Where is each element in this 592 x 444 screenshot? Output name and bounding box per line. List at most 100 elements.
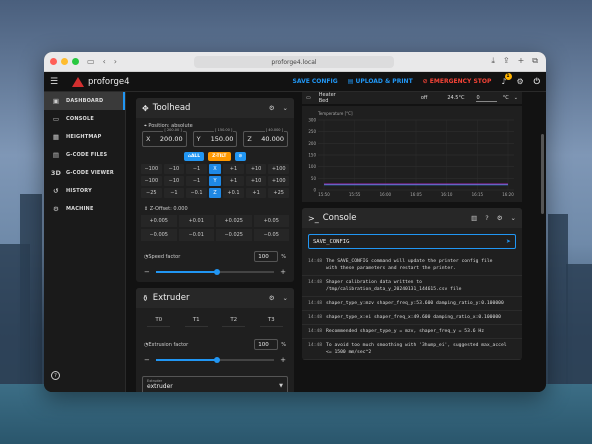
tool-t2-button[interactable]: T2 [222,314,246,327]
scrollbar[interactable] [541,134,544,214]
jog-button[interactable]: +1 [245,188,267,198]
y-position-field[interactable]: Y [ 150.00 ] 150.00 [192,128,238,147]
jog-button[interactable]: −100 [141,164,162,174]
console-entry: 14:48 Recommended shaper_type_y = mzv, sh… [302,325,522,339]
x-tick-label: 15:55 [349,192,361,197]
extrusion-factor-input[interactable]: 100 [254,339,279,350]
emergency-stop-button[interactable]: ⊘ EMERGENCY STOP [423,78,492,85]
console-icon: >_ [308,213,319,223]
x-position-field[interactable]: X [ 200.00 ] 200.00 [142,128,187,147]
jog-button[interactable]: +25 [268,188,290,198]
z-offset-button[interactable]: −0.025 [216,229,252,241]
new-tab-icon[interactable]: + [518,56,525,66]
maximize-window-button[interactable] [72,58,79,65]
heater-target-input[interactable]: 0 [476,95,497,102]
back-icon[interactable]: ‹ [103,57,106,66]
jog-button[interactable]: +10 [245,176,267,186]
z-position-field[interactable]: Z [ 40.000 ] 40.000 [243,128,289,147]
tool-t0-button[interactable]: T0 [147,314,171,327]
increase-icon[interactable]: + [280,356,286,364]
upload-print-button[interactable]: ▤ UPLOAD & PRINT [348,78,413,85]
jog-button[interactable]: +1 [223,164,244,174]
decrease-icon[interactable]: − [144,268,150,276]
extruder-select[interactable]: Extruder extruder ▼ [142,376,288,392]
sidebar-item-machine[interactable]: ⚙ MACHINE [44,200,125,218]
z-tilt-button[interactable]: Z-TILT [208,152,231,161]
jog-button[interactable]: +1 [223,176,244,186]
speed-factor-input[interactable]: 100 [254,251,279,262]
z-offset-button[interactable]: +0.05 [253,215,289,227]
settings-icon[interactable]: ⚙ [269,104,275,112]
home-all-button[interactable]: ⌂ ALL [183,152,205,161]
increase-icon[interactable]: + [280,268,286,276]
download-icon[interactable]: ⤓ [491,56,495,66]
console-input[interactable]: SAVE_CONFIG ➤ [308,234,516,249]
speed-factor-slider[interactable] [155,269,275,275]
decrease-icon[interactable]: − [144,356,150,364]
tool-t1-button[interactable]: T1 [184,314,208,327]
sidebar-item-gcode-viewer[interactable]: 3D G-CODE VIEWER [44,164,125,182]
jog-button[interactable]: +0.1 [223,188,244,198]
address-bar[interactable]: proforge4.local [194,56,394,68]
console-entry-time: 14:48 [308,301,323,306]
menu-icon[interactable]: ☰ [50,77,64,87]
jog-button[interactable]: −10 [163,176,185,186]
jog-button[interactable]: −1 [186,164,207,174]
sidebar-item-heightmap[interactable]: ▦ HEIGHTMAP [44,128,125,146]
close-window-button[interactable] [50,58,57,65]
jog-button[interactable]: +100 [268,176,290,186]
settings-icon[interactable]: ⚙ [497,214,503,222]
chevron-down-icon[interactable]: ⌄ [283,104,288,112]
forward-icon[interactable]: › [114,57,117,66]
console-icon: ▭ [52,115,60,123]
jog-button[interactable]: −1 [163,188,185,198]
z-offset-button[interactable]: +0.005 [141,215,177,227]
jog-button[interactable]: +100 [268,164,290,174]
sidebar-item-dashboard[interactable]: ▣ DASHBOARD [44,92,125,110]
jog-button[interactable]: −25 [141,188,162,198]
browser-window: ▭ ‹ › proforge4.local ⤓ ⇪ + ⧉ ☰ proforge… [44,52,546,392]
z-offset-button[interactable]: +0.025 [216,215,252,227]
trash-icon[interactable]: ▥ [471,214,477,222]
share-icon[interactable]: ⇪ [503,56,510,66]
heater-icon: ▭ [306,95,311,101]
z-offset-button[interactable]: −0.05 [253,229,289,241]
console-input-value: SAVE_CONFIG [313,238,350,245]
y-tick-label: 50 [311,176,317,181]
extrusion-factor-slider[interactable] [155,357,275,363]
chevron-down-icon[interactable]: ⌄ [511,214,516,222]
settings-icon[interactable]: ⚙ [269,294,275,302]
send-icon[interactable]: ➤ [506,237,511,246]
jog-button[interactable]: −100 [141,176,162,186]
motors-off-button[interactable]: ⊘ [234,152,247,161]
sidebar-item-history[interactable]: ↺ HISTORY [44,182,125,200]
power-icon[interactable]: ⏻ [534,77,540,87]
tool-t3-button[interactable]: T3 [259,314,283,327]
help-icon[interactable]: ? [485,214,488,222]
axis-max: [ 40.000 ] [264,128,285,132]
settings-icon[interactable]: ⚙ [517,77,524,86]
z-offset-button[interactable]: −0.01 [178,229,214,241]
notifications-button[interactable]: ♪ 1 [501,73,512,86]
jog-button[interactable]: −1 [186,176,207,186]
z-offset-button[interactable]: +0.01 [178,215,214,227]
tabs-icon[interactable]: ⧉ [532,56,538,66]
z-offset-button[interactable]: −0.005 [141,229,177,241]
sidebar-toggle-icon[interactable]: ▭ [87,57,95,66]
sidebar-item-gcode-files[interactable]: ▤ G-CODE FILES [44,146,125,164]
y-tick-label: 300 [308,118,316,123]
jog-button[interactable]: +10 [245,164,267,174]
minimize-window-button[interactable] [61,58,68,65]
upload-print-label: UPLOAD & PRINT [355,78,413,85]
sidebar-item-console[interactable]: ▭ CONSOLE [44,110,125,128]
help-icon[interactable]: ? [51,371,60,380]
chevron-down-icon[interactable]: ⌄ [283,294,288,302]
home-axis-button[interactable]: Y [208,176,222,186]
chevron-down-icon[interactable]: ⌄ [514,95,518,101]
jog-button[interactable]: −0.1 [186,188,207,198]
home-axis-button[interactable]: Z [208,188,222,198]
dashboard-icon: ▣ [52,97,60,105]
save-config-button[interactable]: SAVE CONFIG [293,78,338,85]
home-axis-button[interactable]: X [208,164,222,174]
jog-button[interactable]: −10 [163,164,185,174]
